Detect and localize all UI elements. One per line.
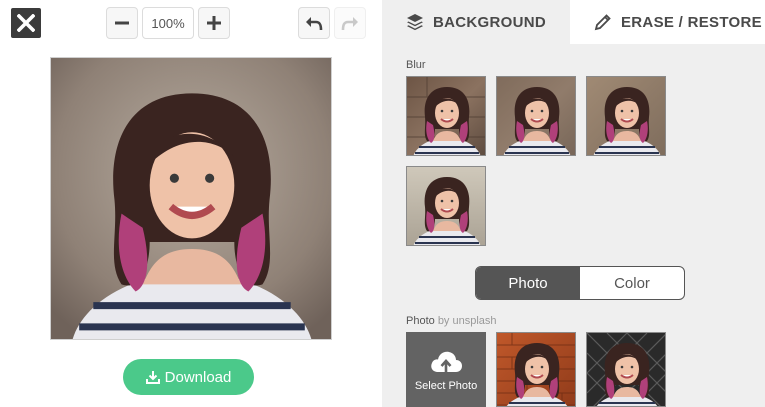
blur-section-label: Blur	[406, 59, 426, 71]
portrait-preview	[51, 58, 331, 339]
redo-arrow-icon	[341, 17, 358, 31]
photo-thumb-orange-brick[interactable]	[496, 332, 576, 407]
blur-thumb-brick[interactable]	[406, 76, 486, 156]
blur-brick-soft-image	[497, 77, 575, 155]
minus-icon	[115, 21, 129, 25]
photo-orange-brick-image	[497, 333, 575, 406]
blur-thumb-brick-soft[interactable]	[496, 76, 576, 156]
side-panel: BACKGROUND ERASE / RESTORE Blur Photo Co…	[382, 0, 765, 407]
zoom-controls: 100%	[106, 7, 230, 39]
zoom-level: 100%	[142, 7, 194, 39]
blur-thumb-warm[interactable]	[586, 76, 666, 156]
zoom-out-button[interactable]	[106, 7, 138, 39]
tab-erase-restore[interactable]: ERASE / RESTORE	[570, 0, 765, 44]
zoom-in-button[interactable]	[198, 7, 230, 39]
blur-light-image	[407, 167, 485, 245]
redo-button[interactable]	[334, 7, 366, 39]
blur-brick-image	[407, 77, 485, 155]
blur-thumb-light[interactable]	[406, 166, 486, 246]
photo-dark-lattice-image	[587, 333, 665, 406]
toggle-color[interactable]: Color	[580, 267, 684, 299]
cloud-upload-icon	[431, 351, 462, 374]
photo-credit: by unsplash	[437, 315, 497, 327]
tab-background[interactable]: BACKGROUND	[382, 0, 570, 44]
layers-icon	[407, 14, 423, 31]
editor-pane: 100% Download	[0, 0, 382, 407]
select-photo-label: Select Photo	[414, 380, 478, 392]
photo-section-title: Photo	[406, 315, 435, 327]
photo-section-label: Photo by unsplash	[406, 315, 497, 327]
pencil-icon	[594, 14, 611, 31]
tab-erase-restore-label: ERASE / RESTORE	[621, 13, 762, 31]
undo-arrow-icon	[306, 17, 323, 31]
blur-warm-image	[587, 77, 665, 155]
toggle-photo[interactable]: Photo	[476, 267, 580, 299]
history-controls	[298, 7, 366, 39]
panel-tabs: BACKGROUND ERASE / RESTORE	[382, 0, 765, 44]
close-x-icon	[17, 14, 35, 32]
photo-color-toggle: Photo Color	[475, 266, 685, 300]
select-photo-button[interactable]: Select Photo	[406, 332, 486, 407]
plus-icon	[207, 16, 221, 30]
close-button[interactable]	[11, 8, 41, 38]
download-label: Download	[164, 368, 232, 386]
tab-background-label: BACKGROUND	[433, 13, 546, 31]
download-icon	[145, 371, 160, 384]
undo-button[interactable]	[298, 7, 330, 39]
download-button[interactable]: Download	[123, 359, 254, 395]
photo-canvas[interactable]	[50, 57, 332, 340]
photo-thumb-dark-lattice[interactable]	[586, 332, 666, 407]
